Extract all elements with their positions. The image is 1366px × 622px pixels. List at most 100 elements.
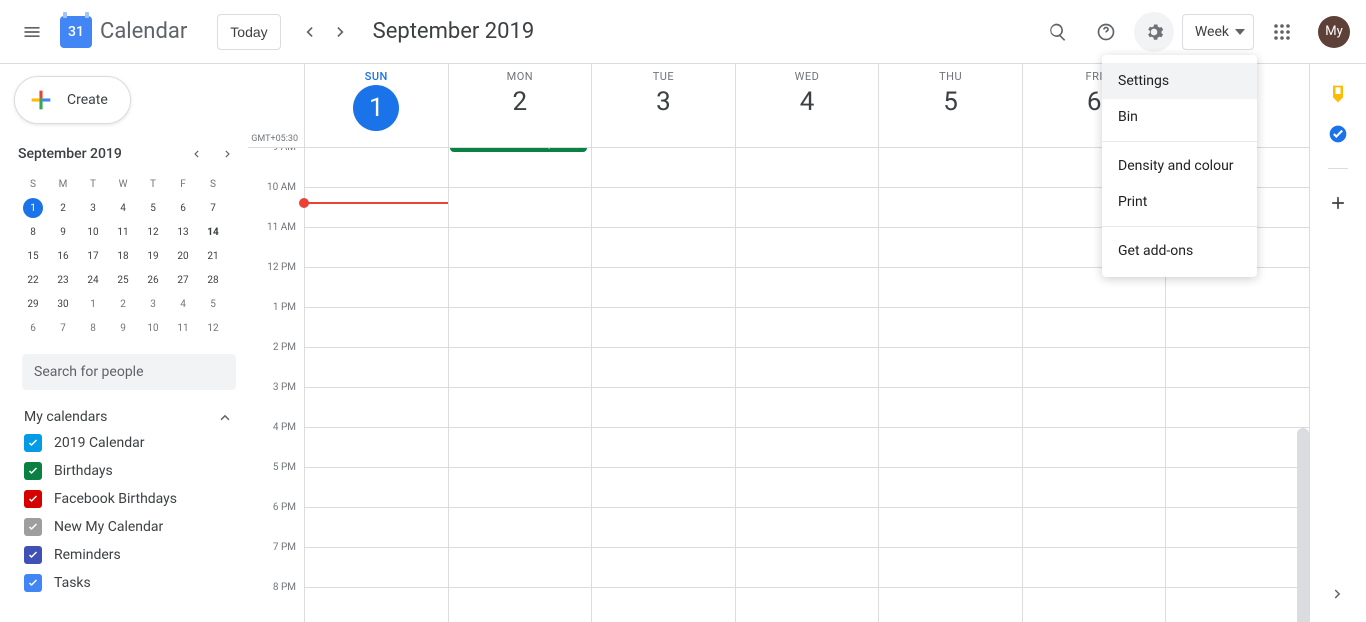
day-header-cell[interactable]: WED4 — [735, 64, 879, 147]
mini-date-cell[interactable]: 2 — [48, 196, 78, 220]
mini-prev-month[interactable] — [184, 142, 208, 166]
hamburger-menu-button[interactable] — [8, 8, 56, 56]
menu-item-bin[interactable]: Bin — [1102, 99, 1257, 135]
account-avatar[interactable]: My — [1318, 16, 1350, 48]
mini-date-cell[interactable]: 4 — [108, 196, 138, 220]
mini-date-cell[interactable]: 1 — [18, 196, 48, 220]
mini-date-cell[interactable]: 18 — [108, 244, 138, 268]
calendar-list-item[interactable]: Tasks — [24, 574, 234, 592]
menu-icon — [22, 22, 42, 42]
day-column[interactable] — [735, 148, 879, 622]
mini-date-cell[interactable]: 3 — [78, 196, 108, 220]
mini-date-cell[interactable]: 30 — [48, 292, 78, 316]
day-of-week-label: MON — [449, 70, 592, 83]
gear-icon — [1144, 22, 1164, 42]
mini-date-cell[interactable]: 13 — [168, 220, 198, 244]
mini-date-cell[interactable]: 11 — [168, 316, 198, 340]
view-selector-label: Week — [1195, 24, 1229, 40]
mini-date-cell[interactable]: 28 — [198, 268, 228, 292]
help-button[interactable] — [1086, 12, 1126, 52]
day-header-cell[interactable]: TUE3 — [591, 64, 735, 147]
app-logo: 31 Calendar — [56, 16, 217, 48]
mini-date-cell[interactable]: 5 — [138, 196, 168, 220]
day-column[interactable] — [878, 148, 1022, 622]
mini-date-cell[interactable]: 14 — [198, 220, 228, 244]
menu-item-print[interactable]: Print — [1102, 184, 1257, 220]
all-day-event[interactable]: Ganesh Chaturthi/Vin — [450, 148, 588, 152]
scrollbar[interactable] — [1297, 428, 1309, 622]
mini-date-cell[interactable]: 11 — [108, 220, 138, 244]
mini-date-cell[interactable]: 10 — [78, 220, 108, 244]
settings-button[interactable] — [1134, 12, 1174, 52]
create-button[interactable]: Create — [14, 76, 131, 124]
date-number: 5 — [879, 87, 1022, 117]
mini-date-cell[interactable]: 2 — [108, 292, 138, 316]
mini-date-cell[interactable]: 8 — [78, 316, 108, 340]
mini-date-cell[interactable]: 12 — [198, 316, 228, 340]
mini-date-cell[interactable]: 24 — [78, 268, 108, 292]
day-column[interactable]: Ganesh Chaturthi/Vin — [448, 148, 592, 622]
calendar-list-item[interactable]: Birthdays — [24, 462, 234, 480]
timezone-label: GMT+05:30 — [248, 134, 304, 144]
mini-date-cell[interactable]: 6 — [168, 196, 198, 220]
mini-date-cell[interactable]: 23 — [48, 268, 78, 292]
next-period-button[interactable] — [325, 16, 357, 48]
mini-dow-cell: T — [78, 172, 108, 196]
mini-date-cell[interactable]: 19 — [138, 244, 168, 268]
app-name: Calendar — [100, 19, 187, 44]
day-of-week-label: THU — [879, 70, 1022, 83]
keep-icon[interactable] — [1328, 84, 1348, 104]
mini-date-cell[interactable]: 29 — [18, 292, 48, 316]
mini-next-month[interactable] — [216, 142, 240, 166]
mini-date-cell[interactable]: 25 — [108, 268, 138, 292]
calendar-list-item[interactable]: Facebook Birthdays — [24, 490, 234, 508]
mini-date-cell[interactable]: 9 — [48, 220, 78, 244]
calendar-list-item[interactable]: Reminders — [24, 546, 234, 564]
search-button[interactable] — [1038, 12, 1078, 52]
today-button[interactable]: Today — [217, 14, 280, 50]
mini-date-cell[interactable]: 4 — [168, 292, 198, 316]
calendar-list-item[interactable]: New My Calendar — [24, 518, 234, 536]
mini-date-cell[interactable]: 12 — [138, 220, 168, 244]
menu-separator — [1102, 141, 1257, 142]
mini-date-cell[interactable]: 20 — [168, 244, 198, 268]
day-column[interactable] — [304, 148, 448, 622]
menu-item-settings[interactable]: Settings — [1102, 63, 1257, 99]
mini-date-cell[interactable]: 5 — [198, 292, 228, 316]
mini-date-cell[interactable]: 17 — [78, 244, 108, 268]
mini-date-cell[interactable]: 26 — [138, 268, 168, 292]
search-people-input[interactable]: Search for people — [22, 354, 236, 390]
day-header-cell[interactable]: MON2 — [448, 64, 592, 147]
calendar-item-label: Birthdays — [54, 463, 113, 479]
mini-date-cell[interactable]: 6 — [18, 316, 48, 340]
mini-calendar: SMTWTFS 12345678910111213141516171819202… — [10, 172, 248, 340]
prev-period-button[interactable] — [293, 16, 325, 48]
google-apps-button[interactable] — [1262, 12, 1302, 52]
menu-item-addons[interactable]: Get add-ons — [1102, 233, 1257, 269]
mini-date-cell[interactable]: 16 — [48, 244, 78, 268]
mini-date-cell[interactable]: 10 — [138, 316, 168, 340]
day-header-cell[interactable]: SUN1 — [304, 64, 448, 147]
mini-date-cell[interactable]: 7 — [48, 316, 78, 340]
view-selector[interactable]: Week — [1182, 14, 1254, 50]
add-addon-icon[interactable] — [1328, 193, 1348, 213]
calendar-item-label: New My Calendar — [54, 519, 163, 535]
mini-date-cell[interactable]: 9 — [108, 316, 138, 340]
mini-date-cell[interactable]: 15 — [18, 244, 48, 268]
side-panel-toggle[interactable] — [1322, 578, 1354, 610]
calendar-list-item[interactable]: 2019 Calendar — [24, 434, 234, 452]
mini-date-cell[interactable]: 8 — [18, 220, 48, 244]
mini-date-cell[interactable]: 1 — [78, 292, 108, 316]
mini-date-cell[interactable]: 7 — [198, 196, 228, 220]
mini-date-cell[interactable]: 22 — [18, 268, 48, 292]
mini-date-cell[interactable]: 27 — [168, 268, 198, 292]
day-header-cell[interactable]: THU 5 — [878, 64, 1022, 147]
mini-date-cell[interactable]: 3 — [138, 292, 168, 316]
my-calendars-header[interactable]: My calendars — [10, 408, 248, 426]
day-column[interactable] — [591, 148, 735, 622]
date-number: 1 — [353, 85, 399, 131]
mini-date-cell[interactable]: 21 — [198, 244, 228, 268]
tasks-icon[interactable] — [1328, 124, 1348, 144]
menu-item-density[interactable]: Density and colour — [1102, 148, 1257, 184]
search-icon — [1048, 22, 1068, 42]
